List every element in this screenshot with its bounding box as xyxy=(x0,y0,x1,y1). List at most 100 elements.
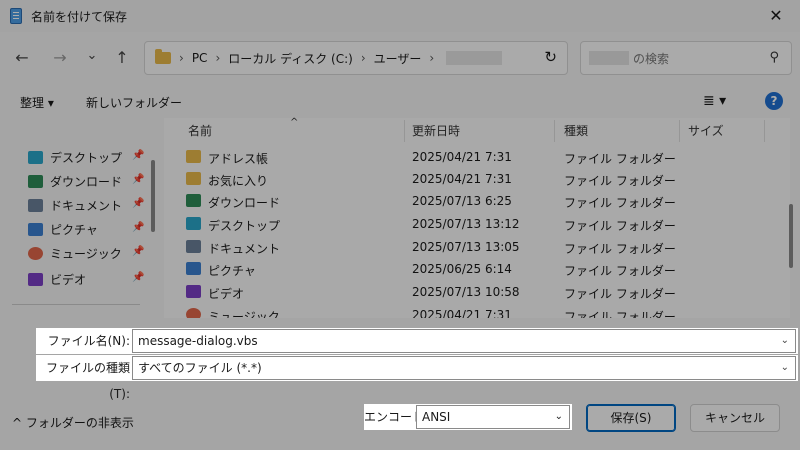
breadcrumb-pc[interactable]: PC xyxy=(192,51,208,65)
file-name: ピクチャ xyxy=(208,264,256,278)
sidebar-item-label: ピクチャ xyxy=(50,222,98,237)
column-divider[interactable] xyxy=(764,120,765,142)
list-item[interactable]: ミュージック 2025/04/21 7:31 ファイル フォルダー xyxy=(164,304,764,318)
column-divider[interactable] xyxy=(404,120,405,142)
filename-input[interactable]: message-dialog.vbs ⌄ xyxy=(132,329,796,353)
redacted-search-scope xyxy=(589,51,629,65)
folder-icon xyxy=(186,150,201,163)
sidebar-scrollbar[interactable] xyxy=(151,160,155,232)
file-date: 2025/07/13 13:12 xyxy=(412,217,520,231)
file-list-scrollbar[interactable] xyxy=(789,204,793,268)
file-type: ファイル フォルダー xyxy=(564,174,676,188)
pin-icon[interactable]: 📌 xyxy=(132,272,144,283)
file-type: ファイル フォルダー xyxy=(564,287,676,301)
file-type: ファイル フォルダー xyxy=(564,310,676,318)
cancel-button[interactable]: キャンセル xyxy=(690,404,780,432)
desktop-icon xyxy=(186,217,201,230)
list-item[interactable]: ダウンロード 2025/07/13 6:25 ファイル フォルダー xyxy=(164,190,764,212)
close-icon[interactable]: ✕ xyxy=(766,6,786,25)
sidebar-item-documents[interactable]: ドキュメント 📌 xyxy=(28,194,144,216)
file-type: ファイル フォルダー xyxy=(564,264,676,278)
chevron-down-icon[interactable]: ⌄ xyxy=(555,406,563,428)
organize-button[interactable]: 整理 ▾ xyxy=(20,94,54,111)
folder-icon xyxy=(155,49,171,64)
sidebar-item-music[interactable]: ミュージック 📌 xyxy=(28,242,144,264)
sidebar-divider xyxy=(12,304,140,305)
sidebar-item-label: デスクトップ xyxy=(50,150,123,165)
breadcrumb-users[interactable]: ユーザー xyxy=(374,50,422,67)
column-header-type[interactable]: 種類 xyxy=(564,118,588,144)
save-button[interactable]: 保存(S) xyxy=(586,404,676,432)
pin-icon[interactable]: 📌 xyxy=(132,198,144,209)
document-icon xyxy=(28,198,43,212)
file-name: ドキュメント xyxy=(208,242,281,256)
file-name: ダウンロード xyxy=(208,196,281,210)
encoding-value: ANSI xyxy=(422,410,451,424)
title-bar: 名前を付けて保存 ✕ xyxy=(0,0,800,32)
file-date: 2025/04/21 7:31 xyxy=(412,308,512,318)
filename-value: message-dialog.vbs xyxy=(138,334,258,348)
download-icon xyxy=(186,194,201,207)
file-name: ビデオ xyxy=(208,287,245,301)
breadcrumb-separator: › xyxy=(360,51,366,65)
sidebar-item-pictures[interactable]: ピクチャ 📌 xyxy=(28,218,144,240)
up-arrow-icon[interactable]: ↑ xyxy=(112,48,132,67)
column-header-date[interactable]: 更新日時 xyxy=(412,118,460,144)
breadcrumb-local-disk[interactable]: ローカル ディスク (C:) xyxy=(228,50,353,67)
column-header-name[interactable]: 名前 xyxy=(188,118,212,144)
filetype-select[interactable]: すべてのファイル (*.*) ⌄ xyxy=(132,356,796,380)
filename-row: ファイル名(N): message-dialog.vbs ⌄ xyxy=(36,328,798,354)
pin-icon[interactable]: 📌 xyxy=(132,246,144,257)
search-box[interactable]: の検索 ⚲ xyxy=(580,41,792,75)
sidebar-item-desktop[interactable]: デスクトップ 📌 xyxy=(28,146,144,168)
hide-folders-toggle[interactable]: ^ フォルダーの非表示 xyxy=(12,414,134,431)
help-icon[interactable]: ? xyxy=(765,92,783,110)
file-date: 2025/06/25 6:14 xyxy=(412,262,512,276)
video-icon xyxy=(186,285,201,298)
pin-icon[interactable]: 📌 xyxy=(132,222,144,233)
sidebar-item-label: ダウンロード xyxy=(50,174,123,189)
sort-ascending-icon: ^ xyxy=(290,117,299,128)
file-name: お気に入り xyxy=(208,174,269,188)
list-item[interactable]: お気に入り 2025/04/21 7:31 ファイル フォルダー xyxy=(164,168,764,190)
list-item[interactable]: デスクトップ 2025/07/13 13:12 ファイル フォルダー xyxy=(164,213,764,235)
back-arrow-icon[interactable]: ← xyxy=(12,48,32,67)
file-name: ミュージック xyxy=(208,310,280,318)
file-list: 名前 ^ 更新日時 種類 サイズ アドレス帳 2025/04/21 7:31 フ… xyxy=(164,117,790,318)
pin-icon[interactable]: 📌 xyxy=(132,174,144,185)
address-bar[interactable]: › PC › ローカル ディスク (C:) › ユーザー › ↻ xyxy=(144,41,568,75)
recent-locations-icon[interactable]: ⌄ xyxy=(82,48,102,63)
list-item[interactable]: ピクチャ 2025/06/25 6:14 ファイル フォルダー xyxy=(164,258,764,280)
sidebar-item-videos[interactable]: ビデオ 📌 xyxy=(28,268,144,290)
chevron-down-icon[interactable]: ⌄ xyxy=(781,330,789,352)
list-item[interactable]: アドレス帳 2025/04/21 7:31 ファイル フォルダー xyxy=(164,146,764,168)
folder-icon xyxy=(186,172,201,185)
breadcrumb-separator: › xyxy=(179,51,184,65)
view-options-icon[interactable]: ≣ ▾ xyxy=(703,93,726,109)
column-divider[interactable] xyxy=(554,120,555,142)
search-placeholder: の検索 xyxy=(633,51,670,66)
filename-label: ファイル名(N): xyxy=(47,334,130,348)
sidebar-item-label: ビデオ xyxy=(50,272,87,287)
column-header-size[interactable]: サイズ xyxy=(688,118,724,144)
sidebar-item-downloads[interactable]: ダウンロード 📌 xyxy=(28,170,144,192)
list-item[interactable]: ドキュメント 2025/07/13 13:05 ファイル フォルダー xyxy=(164,236,764,258)
document-icon xyxy=(186,240,201,253)
search-icon: ⚲ xyxy=(769,50,779,65)
file-type: ファイル フォルダー xyxy=(564,196,676,210)
list-item[interactable]: ビデオ 2025/07/13 10:58 ファイル フォルダー xyxy=(164,281,764,303)
file-date: 2025/04/21 7:31 xyxy=(412,172,512,186)
sidebar-item-label: ドキュメント xyxy=(50,198,123,213)
new-folder-button[interactable]: 新しいフォルダー xyxy=(86,94,182,111)
forward-arrow-icon[interactable]: → xyxy=(50,48,70,67)
refresh-icon[interactable]: ↻ xyxy=(544,48,557,66)
pin-icon[interactable]: 📌 xyxy=(132,150,144,161)
file-date: 2025/04/21 7:31 xyxy=(412,150,512,164)
encoding-select[interactable]: ANSI ⌄ xyxy=(416,405,570,429)
column-divider[interactable] xyxy=(679,120,680,142)
picture-icon xyxy=(186,262,201,275)
filetype-row: ファイルの種類(T): すべてのファイル (*.*) ⌄ xyxy=(36,355,798,401)
music-icon xyxy=(186,308,201,318)
chevron-down-icon[interactable]: ⌄ xyxy=(781,357,789,379)
file-date: 2025/07/13 13:05 xyxy=(412,240,520,254)
